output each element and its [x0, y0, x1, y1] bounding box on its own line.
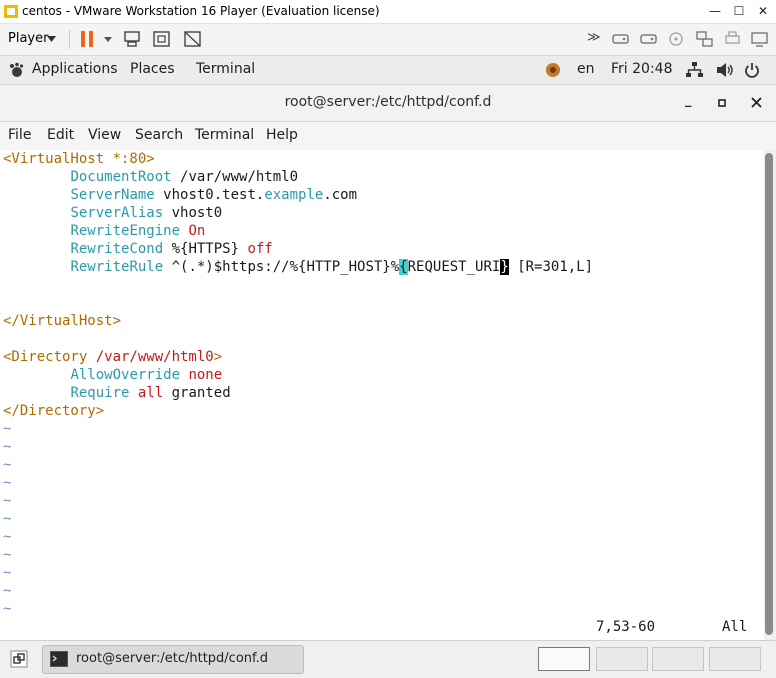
terminal-icon [50, 651, 68, 667]
vim-editor-area[interactable]: <VirtualHost *:80> DocumentRoot /var/www… [0, 150, 764, 640]
terminal-maximize-button[interactable] [718, 99, 726, 107]
editor-line: RewriteEngine On [70, 223, 206, 239]
terminal-close-button[interactable] [751, 97, 762, 108]
places-menu[interactable]: Places [130, 61, 175, 77]
empty-line-marker: ~ [3, 439, 12, 455]
text-cursor: } [500, 259, 509, 275]
editor-line: Require all granted [70, 385, 231, 401]
vmware-toolbar: Player ≫ [0, 24, 776, 56]
pause-icon[interactable] [78, 30, 98, 48]
printer-icon[interactable] [723, 30, 743, 48]
empty-line-marker: ~ [3, 547, 12, 563]
empty-line-marker: ~ [3, 601, 12, 617]
terminal-minimize-button[interactable]: _ [685, 93, 692, 108]
vmware-window-title: centos - VMware Workstation 16 Player (E… [22, 4, 380, 18]
terminal-title: root@server:/etc/httpd/conf.d [284, 94, 492, 110]
vmware-logo-icon [4, 5, 18, 18]
gnome-foot-icon [10, 62, 24, 77]
menu-help[interactable]: Help [266, 127, 298, 143]
vmware-title-bar: centos - VMware Workstation 16 Player (E… [0, 0, 776, 24]
display-icon[interactable] [750, 30, 770, 48]
input-language[interactable]: en [577, 61, 595, 77]
empty-line-marker: ~ [3, 529, 12, 545]
hard-disk-icon[interactable] [639, 30, 659, 48]
editor-line: RewriteCond %{HTTPS} off [70, 241, 273, 257]
fullscreen-icon[interactable] [152, 30, 172, 48]
send-ctrl-alt-del-icon[interactable] [122, 30, 142, 48]
minimize-button[interactable]: — [704, 2, 726, 21]
terminal-menu-bar: File Edit View Search Terminal Help [0, 122, 776, 150]
editor-line: ServerAlias vhost0 [70, 205, 223, 221]
cd-drive-icon[interactable] [667, 30, 687, 48]
menu-view[interactable]: View [88, 127, 121, 143]
applications-menu[interactable]: Applications [32, 61, 118, 77]
editor-line: </VirtualHost> [3, 313, 122, 329]
empty-line-marker: ~ [3, 475, 12, 491]
workspace-4[interactable] [709, 647, 761, 671]
workspace-3[interactable] [652, 647, 704, 671]
editor-line: DocumentRoot /var/www/html0 [70, 169, 299, 185]
toolbar-divider [69, 30, 70, 49]
taskbar-terminal-item[interactable]: root@server:/etc/httpd/conf.d [42, 645, 304, 674]
empty-line-marker: ~ [3, 583, 12, 599]
terminal-app-menu[interactable]: Terminal [196, 61, 255, 77]
menu-terminal[interactable]: Terminal [195, 127, 254, 143]
empty-line-marker: ~ [3, 493, 12, 509]
gnome-top-bar: Applications Places Terminal en Fri 20:4… [0, 56, 776, 85]
chevron-down-icon[interactable] [104, 37, 112, 42]
menu-search[interactable]: Search [135, 127, 183, 143]
empty-line-marker: ~ [3, 457, 12, 473]
chevron-down-icon[interactable] [47, 36, 56, 42]
network-adapter-icon[interactable] [695, 30, 715, 48]
taskbar-item-label: root@server:/etc/httpd/conf.d [76, 651, 269, 666]
empty-line-marker: ~ [3, 511, 12, 527]
editor-line: AllowOverride none [70, 367, 223, 383]
editor-line: <Directory /var/www/html0> [3, 349, 223, 365]
editor-line: </Directory> [3, 403, 105, 419]
show-desktop-icon[interactable] [10, 650, 28, 668]
maximize-button[interactable]: ☐ [728, 2, 750, 21]
vim-cursor-position: 7,53-60 [596, 619, 656, 635]
network-icon[interactable] [686, 62, 703, 78]
more-devices-icon[interactable]: ≫ [587, 30, 601, 45]
vim-scroll-indicator: All [722, 619, 748, 635]
player-menu[interactable]: Player [8, 31, 48, 46]
editor-line: <VirtualHost *:80> [3, 151, 155, 167]
clock[interactable]: Fri 20:48 [611, 61, 672, 77]
power-icon[interactable] [744, 62, 760, 78]
matching-brace-highlight: { [399, 259, 408, 275]
input-method-icon[interactable] [545, 62, 561, 78]
editor-line: ServerName vhost0.test.example.com [70, 187, 358, 203]
hard-disk-icon[interactable] [611, 30, 631, 48]
empty-line-marker: ~ [3, 421, 12, 437]
unity-icon[interactable] [183, 30, 203, 48]
workspace-1[interactable] [538, 647, 590, 671]
volume-icon[interactable] [716, 62, 734, 78]
workspace-2[interactable] [596, 647, 648, 671]
gnome-bottom-panel: root@server:/etc/httpd/conf.d [0, 640, 776, 678]
empty-line-marker: ~ [3, 565, 12, 581]
menu-edit[interactable]: Edit [47, 127, 74, 143]
terminal-header-bar: root@server:/etc/httpd/conf.d _ [0, 85, 776, 122]
editor-line-cursor: RewriteRule ^(.*)$https://%{HTTP_HOST}%{… [70, 259, 594, 275]
scrollbar-thumb[interactable] [765, 153, 773, 635]
close-button[interactable]: ✕ [752, 2, 774, 21]
menu-file[interactable]: File [8, 127, 31, 143]
